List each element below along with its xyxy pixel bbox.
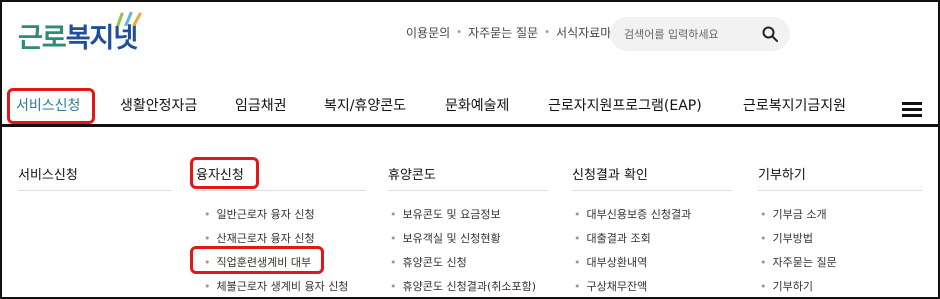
menu-item[interactable]: 일반근로자 융자 신청 [204, 206, 315, 222]
divider [572, 190, 732, 191]
highlight-box [190, 157, 259, 189]
menu-item[interactable]: 대출결과 조회 [574, 230, 651, 246]
browser-viewport: 근로복지넷 이용문의 • 자주묻는 질문 • 서식자료마당 서비스신청 생활안정… [0, 0, 940, 299]
divider [758, 190, 922, 191]
separator-dot: • [456, 27, 463, 38]
highlight-box [190, 246, 324, 274]
divider [18, 190, 172, 191]
nav-culture-art[interactable]: 문화예술제 [445, 86, 509, 126]
menu-item[interactable]: 자주묻는 질문 [760, 254, 837, 270]
nav-living-fund[interactable]: 생활안정자금 [120, 86, 197, 126]
menu-item[interactable]: 구상채무잔액 [574, 278, 648, 294]
mega-col-title[interactable]: 신청결과 확인 [572, 164, 648, 188]
search-box [610, 17, 790, 51]
mega-col-donate: 기부하기 [758, 164, 806, 188]
nav-wage-claim[interactable]: 임금채권 [235, 86, 287, 126]
mega-col-condo: 휴양콘도 [388, 164, 436, 188]
separator-dot: • [544, 27, 551, 38]
menu-item[interactable]: 기부방법 [760, 230, 813, 246]
divider [388, 190, 548, 191]
menu-item[interactable]: 보유콘도 및 요금정보 [390, 206, 501, 222]
nav-welfare-condo[interactable]: 복지/휴양콘도 [324, 86, 406, 126]
menu-item[interactable]: 보유객실 및 신청현황 [390, 230, 501, 246]
highlight-box [7, 88, 95, 124]
hamburger-menu-icon[interactable] [902, 102, 922, 118]
nav-eap[interactable]: 근로자지원프로그램(EAP) [548, 86, 702, 126]
logo-text: 근로복지넷 [18, 22, 139, 56]
mega-menu: 서비스신청 융자신청 일반근로자 융자 신청 산재근로자 융자 신청 직업훈련생… [2, 128, 938, 297]
logo-text-part2: 복지넷 [65, 23, 139, 54]
logo-text-part1: 근로 [18, 23, 67, 54]
mega-col-results: 신청결과 확인 [572, 164, 648, 188]
mega-col-title[interactable]: 휴양콘도 [388, 164, 436, 188]
menu-item[interactable]: 대부상환내역 [574, 254, 648, 270]
menu-item[interactable]: 휴양콘도 신청 [390, 254, 467, 270]
main-navigation: 서비스신청 생활안정자금 임금채권 복지/휴양콘도 문화예술제 근로자지원프로그… [2, 86, 938, 127]
utility-links: 이용문의 • 자주묻는 질문 • 서식자료마당 [406, 24, 622, 41]
menu-item[interactable]: 대부신용보증 신청결과 [574, 206, 692, 222]
menu-item[interactable]: 기부하기 [760, 278, 813, 294]
menu-item[interactable]: 휴양콘도 신청결과(취소포함) [390, 278, 537, 294]
menu-item[interactable]: 기부금 소개 [760, 206, 827, 222]
site-logo[interactable]: 근로복지넷 [18, 12, 142, 56]
link-inquiry[interactable]: 이용문의 [406, 24, 450, 41]
nav-divider [2, 124, 938, 127]
search-icon[interactable] [762, 26, 778, 42]
menu-item[interactable]: 체불근로자 생계비 융자 신청 [204, 278, 349, 294]
search-input[interactable] [624, 27, 754, 41]
leaf-icon [116, 12, 142, 26]
mega-col-title[interactable]: 기부하기 [758, 164, 806, 188]
mega-col-title[interactable]: 서비스신청 [18, 164, 78, 188]
nav-welfare-fund[interactable]: 근로복지기금지원 [743, 86, 846, 126]
mega-col-service: 서비스신청 [18, 164, 78, 188]
menu-item[interactable]: 산재근로자 융자 신청 [204, 230, 315, 246]
divider [196, 190, 366, 191]
link-faq[interactable]: 자주묻는 질문 [468, 24, 538, 41]
